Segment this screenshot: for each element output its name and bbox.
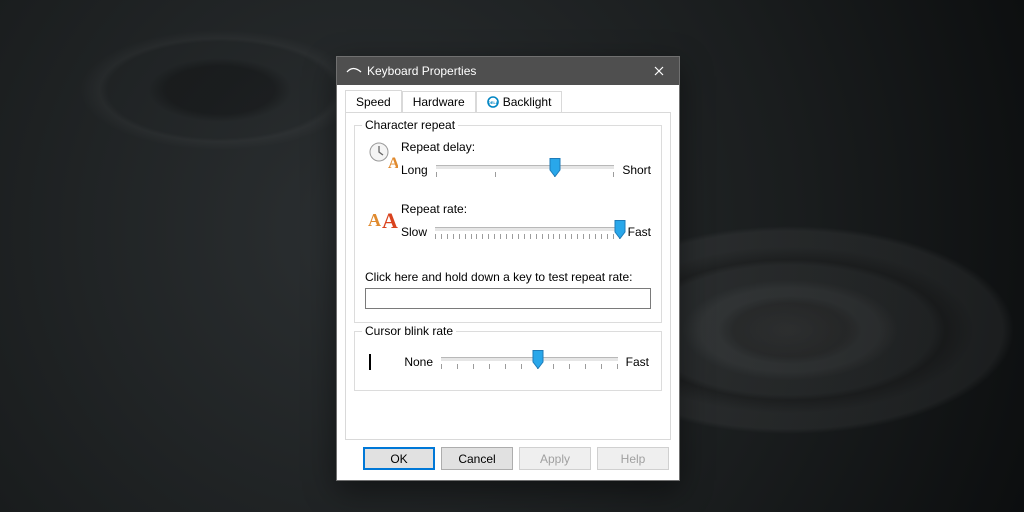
svg-text:DELL: DELL xyxy=(488,100,499,105)
slider-left-label: None xyxy=(401,355,433,369)
svg-text:A: A xyxy=(388,155,398,171)
repeat-delay-icon: A xyxy=(365,140,401,172)
tab-label: Speed xyxy=(356,95,391,109)
cursor-blink-slider[interactable] xyxy=(441,350,618,374)
tab-speed[interactable]: Speed xyxy=(345,90,402,112)
tab-panel-speed: Character repeat A Repeat delay: Long xyxy=(345,112,671,440)
tab-hardware[interactable]: Hardware xyxy=(402,91,476,112)
tab-backlight[interactable]: DELL Backlight xyxy=(476,91,563,112)
keyboard-properties-dialog: Keyboard Properties Speed Hardware DELL … xyxy=(336,56,680,481)
tab-label: Backlight xyxy=(503,95,552,109)
button-bar: OK Cancel Apply Help xyxy=(363,447,669,470)
slider-right-label: Fast xyxy=(628,225,651,239)
button-label: Apply xyxy=(540,452,570,466)
repeat-delay-label: Repeat delay: xyxy=(401,140,651,154)
cancel-button[interactable]: Cancel xyxy=(441,447,513,470)
repeat-test-input[interactable] xyxy=(365,288,651,309)
group-legend: Character repeat xyxy=(362,118,458,132)
svg-text:A: A xyxy=(382,208,398,232)
slider-right-label: Short xyxy=(622,163,651,177)
help-button[interactable]: Help xyxy=(597,447,669,470)
button-label: Cancel xyxy=(458,452,495,466)
slider-left-label: Slow xyxy=(401,225,427,239)
tab-strip: Speed Hardware DELL Backlight xyxy=(345,91,671,112)
close-icon xyxy=(654,66,664,76)
repeat-rate-slider[interactable] xyxy=(435,220,620,244)
dialog-client-area: Speed Hardware DELL Backlight Character … xyxy=(337,85,679,480)
close-button[interactable] xyxy=(639,57,679,85)
slider-thumb[interactable] xyxy=(533,350,544,369)
repeat-rate-label: Repeat rate: xyxy=(401,202,651,216)
test-label: Click here and hold down a key to test r… xyxy=(365,270,651,284)
apply-button[interactable]: Apply xyxy=(519,447,591,470)
slider-right-label: Fast xyxy=(626,355,649,369)
dell-icon: DELL xyxy=(487,96,499,108)
button-label: Help xyxy=(621,452,646,466)
keyboard-icon xyxy=(345,67,363,75)
group-legend: Cursor blink rate xyxy=(362,324,456,338)
slider-thumb[interactable] xyxy=(550,158,561,177)
slider-thumb[interactable] xyxy=(614,220,625,239)
tab-label: Hardware xyxy=(413,95,465,109)
window-title: Keyboard Properties xyxy=(363,64,639,78)
repeat-rate-icon: A A xyxy=(365,202,401,234)
group-cursor-blink: Cursor blink rate None Fast xyxy=(354,331,662,391)
group-character-repeat: Character repeat A Repeat delay: Long xyxy=(354,125,662,323)
slider-left-label: Long xyxy=(401,163,428,177)
repeat-delay-slider[interactable] xyxy=(436,158,615,182)
cursor-preview xyxy=(369,354,371,370)
titlebar[interactable]: Keyboard Properties xyxy=(337,57,679,85)
svg-text:A: A xyxy=(368,210,381,230)
button-label: OK xyxy=(390,452,407,466)
ok-button[interactable]: OK xyxy=(363,447,435,470)
